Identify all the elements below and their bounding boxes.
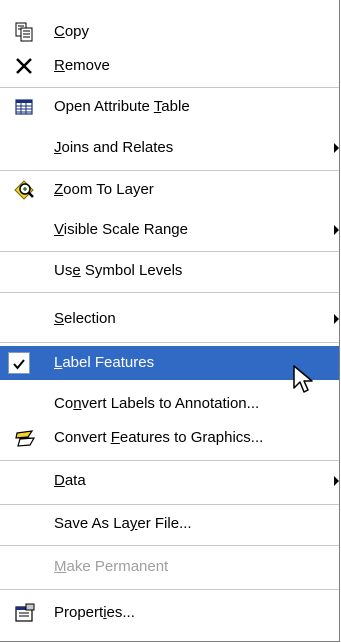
menu-item-convert-labels-to-annotation[interactable]: Convert Labels to Annotation... — [0, 389, 339, 419]
properties-icon — [14, 603, 35, 623]
menu-item-make-permanent: Make Permanent — [0, 552, 339, 582]
submenu-arrow-icon — [334, 225, 339, 235]
menu-separator — [0, 87, 339, 88]
copy-icon — [14, 22, 34, 42]
menu-item-data[interactable]: Data — [0, 466, 339, 496]
menu-item-label: Use Symbol Levels — [54, 262, 183, 279]
menu-item-selection[interactable]: Selection — [0, 304, 339, 334]
menu-item-zoom-to-layer[interactable]: Zoom To Layer — [0, 175, 339, 205]
menu-item-label: Joins and Relates — [54, 139, 174, 156]
menu-item-label: Copy — [54, 23, 90, 40]
menu-item-properties[interactable]: Properties... — [0, 598, 339, 628]
attribute-table-icon — [14, 97, 34, 117]
menu-item-label: Zoom To Layer — [54, 181, 154, 198]
submenu-arrow-icon — [334, 314, 339, 324]
menu-item-label: Data — [54, 472, 86, 489]
menu-item-visible-scale-range[interactable]: Visible Scale Range — [0, 215, 339, 245]
menu-item-label: Selection — [54, 310, 116, 327]
menu-separator — [0, 342, 339, 343]
menu-item-label: Make Permanent — [54, 558, 169, 575]
menu-item-label: Convert Labels to Annotation... — [54, 395, 260, 412]
menu-separator — [0, 170, 339, 171]
menu-item-label: Label Features — [54, 354, 155, 371]
menu-separator — [0, 251, 339, 252]
menu-item-label: Remove — [54, 57, 110, 74]
menu-separator — [0, 589, 339, 590]
checkmark-icon — [13, 359, 25, 370]
mouse-cursor-icon — [293, 365, 313, 393]
submenu-arrow-icon — [334, 143, 339, 153]
menu-item-remove[interactable]: Remove — [0, 51, 339, 81]
menu-item-label-features[interactable]: Label Features — [0, 346, 339, 380]
zoom-to-layer-icon — [14, 180, 34, 200]
menu-separator — [0, 292, 339, 293]
menu-item-use-symbol-levels[interactable]: Use Symbol Levels — [0, 256, 339, 286]
menu-separator — [0, 545, 339, 546]
menu-item-label: Save As Layer File... — [54, 515, 192, 532]
menu-separator — [0, 504, 339, 505]
label-features-checkbox[interactable] — [8, 352, 30, 374]
menu-item-label: Convert Features to Graphics... — [54, 429, 264, 446]
remove-x-icon — [14, 56, 34, 76]
convert-to-graphics-icon — [14, 428, 36, 448]
layer-context-menu: Copy Remove Open Attribute Table Joins a… — [0, 0, 340, 642]
menu-item-convert-features-to-graphics[interactable]: Convert Features to Graphics... — [0, 423, 339, 453]
menu-item-copy[interactable]: Copy — [0, 17, 339, 47]
submenu-arrow-icon — [334, 476, 339, 486]
menu-item-label: Open Attribute Table — [54, 98, 190, 115]
menu-item-save-as-layer-file[interactable]: Save As Layer File... — [0, 509, 339, 539]
menu-item-open-attribute-table[interactable]: Open Attribute Table — [0, 92, 339, 122]
menu-separator — [0, 460, 339, 461]
menu-item-joins-and-relates[interactable]: Joins and Relates — [0, 133, 339, 163]
menu-item-label: Properties... — [54, 604, 135, 621]
menu-item-label: Visible Scale Range — [54, 221, 188, 238]
